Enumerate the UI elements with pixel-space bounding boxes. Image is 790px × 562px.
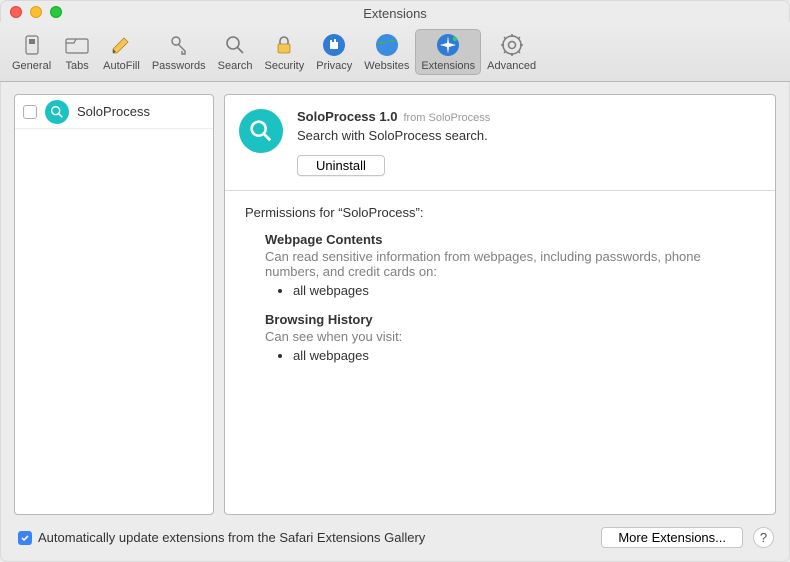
extension-title: SoloProcess 1.0	[297, 109, 397, 124]
permission-title: Browsing History	[265, 312, 755, 327]
more-extensions-button[interactable]: More Extensions...	[601, 527, 743, 548]
lock-icon	[270, 31, 298, 59]
globe-icon	[373, 31, 401, 59]
permission-scope: all webpages	[293, 283, 755, 298]
extension-list-item[interactable]: SoloProcess	[15, 95, 213, 129]
minimize-icon[interactable]	[30, 6, 42, 18]
content-area: SoloProcess SoloProcess 1.0 from SoloPro…	[0, 82, 790, 527]
magnifier-icon	[239, 109, 283, 153]
extension-detail: SoloProcess 1.0 from SoloProcess Search …	[224, 94, 776, 515]
permission-title: Webpage Contents	[265, 232, 755, 247]
permission-description: Can see when you visit:	[265, 329, 755, 344]
tab-security[interactable]: Security	[258, 29, 310, 75]
tab-label: Search	[218, 60, 253, 72]
tab-label: General	[12, 60, 51, 72]
tab-autofill[interactable]: AutoFill	[97, 29, 146, 75]
tab-general[interactable]: General	[6, 29, 57, 75]
switch-icon	[18, 31, 46, 59]
titlebar: Extensions	[0, 0, 790, 22]
close-icon[interactable]	[10, 6, 22, 18]
extension-info: SoloProcess 1.0 from SoloProcess Search …	[297, 109, 490, 176]
tab-label: Tabs	[66, 60, 89, 72]
tab-tabs[interactable]: Tabs	[57, 29, 97, 75]
tab-passwords[interactable]: Passwords	[146, 29, 212, 75]
magnifier-icon	[45, 100, 69, 124]
extensions-window: Extensions General Tabs AutoFill Passwor…	[0, 0, 790, 562]
tab-label: Advanced	[487, 60, 536, 72]
pencil-icon	[107, 31, 135, 59]
extension-description: Search with SoloProcess search.	[297, 128, 490, 143]
extension-author: from SoloProcess	[403, 112, 490, 124]
tab-search[interactable]: Search	[212, 29, 259, 75]
extensions-icon	[434, 31, 462, 59]
tab-label: Websites	[364, 60, 409, 72]
tabs-icon	[63, 31, 91, 59]
extension-header: SoloProcess 1.0 from SoloProcess Search …	[225, 95, 775, 191]
window-title: Extensions	[8, 2, 782, 21]
uninstall-button[interactable]: Uninstall	[297, 155, 385, 176]
permission-description: Can read sensitive information from webp…	[265, 249, 755, 279]
permissions-section: Permissions for “SoloProcess”: Webpage C…	[225, 191, 775, 391]
tab-label: Privacy	[316, 60, 352, 72]
tab-advanced[interactable]: Advanced	[481, 29, 542, 75]
extension-name: SoloProcess	[77, 104, 150, 119]
permission-browsing-history: Browsing History Can see when you visit:…	[265, 312, 755, 363]
permission-scope: all webpages	[293, 348, 755, 363]
tab-websites[interactable]: Websites	[358, 29, 415, 75]
tab-label: Extensions	[421, 60, 475, 72]
extensions-list: SoloProcess	[14, 94, 214, 515]
hand-icon	[320, 31, 348, 59]
tab-label: Passwords	[152, 60, 206, 72]
footer: Automatically update extensions from the…	[0, 527, 790, 562]
auto-update-row[interactable]: Automatically update extensions from the…	[18, 530, 591, 545]
tab-label: Security	[264, 60, 304, 72]
search-icon	[221, 31, 249, 59]
gear-icon	[498, 31, 526, 59]
permissions-title: Permissions for “SoloProcess”:	[245, 205, 755, 220]
help-button[interactable]: ?	[753, 527, 774, 548]
tab-label: AutoFill	[103, 60, 140, 72]
tab-extensions[interactable]: Extensions	[415, 29, 481, 75]
auto-update-checkbox[interactable]	[18, 531, 32, 545]
tab-privacy[interactable]: Privacy	[310, 29, 358, 75]
zoom-icon[interactable]	[50, 6, 62, 18]
key-icon	[165, 31, 193, 59]
preferences-toolbar: General Tabs AutoFill Passwords Search	[0, 22, 790, 82]
auto-update-label: Automatically update extensions from the…	[38, 530, 425, 545]
window-controls	[10, 6, 62, 18]
extension-enable-checkbox[interactable]	[23, 105, 37, 119]
permission-webpage-contents: Webpage Contents Can read sensitive info…	[265, 232, 755, 298]
